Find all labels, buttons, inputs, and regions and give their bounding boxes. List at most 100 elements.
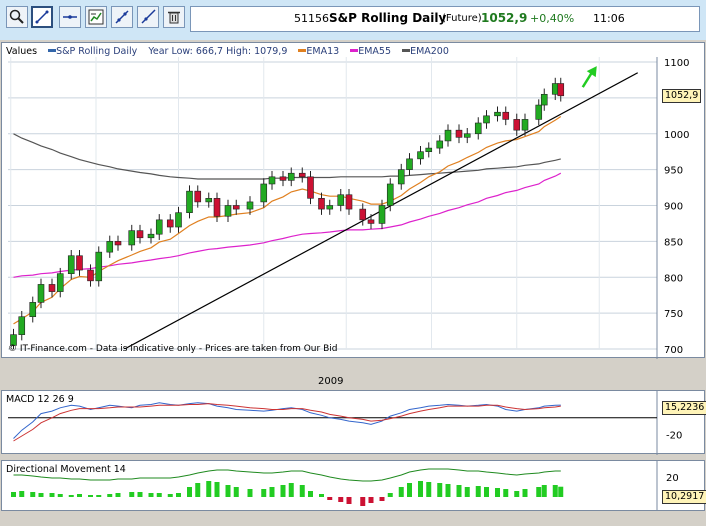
candle — [166, 219, 174, 228]
dm-bar — [445, 484, 451, 497]
dm-bar — [558, 486, 564, 497]
dm-bar — [360, 497, 366, 506]
dm-bar — [19, 491, 25, 497]
candle — [386, 183, 394, 206]
dm-bar — [115, 493, 121, 497]
dm-bar — [299, 485, 305, 497]
dm-bar — [30, 492, 36, 497]
dm-bar — [536, 487, 542, 497]
dm-bar — [187, 487, 192, 497]
y-tick-label: 800 — [664, 273, 683, 284]
trend-line-icon[interactable] — [111, 6, 133, 28]
price-change: +0,40% — [530, 12, 575, 25]
candle — [557, 83, 565, 97]
candle — [540, 93, 548, 106]
candle — [436, 140, 444, 149]
legend-swatch-series — [48, 49, 57, 52]
candle — [513, 119, 521, 131]
legend-year-range: Year Low: 666,7 High: 1079,9 — [148, 46, 288, 57]
legend-ema55: EMA55 — [358, 46, 392, 57]
indicators-icon[interactable] — [85, 6, 107, 28]
candle — [95, 251, 103, 282]
dm-bar — [176, 493, 181, 497]
chart-legend: Values S&P Rolling Daily Year Low: 666,7… — [6, 46, 449, 57]
macd-title: MACD 12 26 9 — [6, 394, 74, 405]
y-tick-label: 700 — [664, 345, 683, 356]
dm-bar — [387, 493, 393, 497]
candle — [18, 316, 26, 335]
dm-value-badge: 10,2917 — [662, 490, 706, 504]
candle — [232, 205, 240, 210]
candle — [205, 198, 213, 203]
candle — [213, 198, 221, 217]
candle — [48, 284, 56, 292]
candle — [128, 230, 136, 246]
candle — [175, 212, 182, 228]
dm-bar — [57, 494, 63, 497]
dm-bar — [475, 486, 481, 497]
candle — [155, 219, 163, 235]
dm-bar — [338, 497, 344, 502]
candle — [147, 233, 155, 239]
candle — [67, 255, 75, 274]
candle — [136, 230, 144, 239]
candle — [406, 158, 413, 170]
candle — [551, 83, 559, 95]
candle — [298, 172, 306, 178]
candle — [194, 190, 202, 203]
quote-time: 11:06 — [593, 12, 625, 25]
draw-line-icon[interactable] — [31, 6, 53, 28]
legend-ema13: EMA13 — [306, 46, 340, 57]
support-trendline — [123, 72, 639, 349]
dm-bar — [206, 481, 212, 497]
legend-swatch-ema200 — [402, 49, 411, 52]
candle — [76, 255, 83, 271]
candle — [502, 111, 510, 120]
last-price: 1052,9 — [481, 11, 528, 25]
dm-bar — [77, 494, 82, 497]
zoom-icon[interactable] — [6, 6, 28, 28]
dm-bar — [38, 493, 44, 497]
dm-title: Directional Movement 14 — [6, 464, 126, 475]
dm-bar — [495, 488, 500, 497]
y-tick-label: 900 — [664, 202, 683, 213]
year-label: 2009 — [318, 376, 344, 387]
candle — [483, 115, 490, 124]
dm-bar — [426, 482, 432, 497]
dm-bar — [503, 489, 509, 497]
footer-strip — [0, 511, 706, 526]
dm-bar — [541, 485, 547, 497]
dm-bar — [346, 497, 352, 504]
horizontal-line-icon[interactable] — [59, 6, 81, 28]
dm-bar — [484, 487, 489, 497]
price-chart[interactable]: 110010501000950900850800750700MarAprMayJ… — [2, 43, 706, 359]
dm-bar — [418, 481, 423, 497]
dm-bar — [522, 489, 528, 497]
legend-ema200: EMA200 — [410, 46, 449, 57]
dm-bar — [195, 483, 201, 497]
candle — [307, 176, 314, 199]
candle — [246, 201, 254, 210]
up-arrow-head — [586, 66, 597, 78]
macd-y-tick: -20 — [666, 430, 682, 441]
trash-icon[interactable] — [163, 6, 185, 28]
candle — [287, 172, 295, 181]
data-credit: © IT-Finance.com - Data is indicative on… — [8, 344, 338, 354]
candle — [463, 133, 471, 138]
candle — [260, 183, 268, 203]
macd-chart[interactable]: -20 — [2, 391, 706, 455]
candle — [521, 119, 529, 131]
dm-bar — [247, 489, 253, 497]
dm-y-tick: 20 — [666, 473, 679, 484]
dm-bar — [456, 485, 462, 497]
dm-bar — [96, 495, 102, 497]
candle — [29, 302, 37, 318]
dm-bar — [269, 487, 275, 497]
quote-box: 51156 S&P Rolling Daily (Future) 1052,9 … — [190, 6, 700, 32]
macd-signal-line — [13, 403, 561, 442]
y-tick-label: 750 — [664, 309, 683, 320]
candle — [535, 104, 543, 120]
dm-panel: 20 Directional Movement 14 10,2917 — [1, 460, 706, 512]
macd-value-badge: 15,2236 — [662, 401, 706, 415]
ray-line-icon[interactable] — [137, 6, 159, 28]
